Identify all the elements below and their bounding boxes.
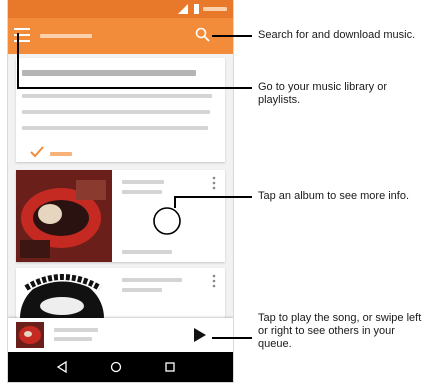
promo-text-line [22,110,210,114]
system-navigation-bar [8,352,233,382]
overflow-menu-icon[interactable] [212,274,216,288]
battery-icon [194,4,199,14]
recents-square-icon[interactable] [164,361,176,373]
callout-line-album-vertical [174,196,176,208]
callout-line-play [212,337,252,339]
album-title [122,278,182,282]
album-artist [122,288,162,292]
album-art-drums [16,170,112,262]
app-bar [8,18,233,54]
phone-screen [8,0,233,382]
signal-icon [178,4,188,14]
callout-line-search [212,35,252,37]
now-playing-title [54,328,98,332]
callout-search: Search for and download music. [258,29,416,41]
album-card[interactable] [16,170,225,262]
callout-line-library [17,87,252,89]
tap-target-circle [153,207,181,235]
back-triangle-icon[interactable] [56,361,68,373]
album-card[interactable] [16,268,225,318]
now-playing-thumbnail [16,322,44,348]
promo-card[interactable] [16,58,225,162]
promo-text-line [22,94,212,98]
play-icon[interactable] [194,328,206,342]
callout-line-album [174,196,252,198]
album-title [122,180,164,184]
promo-text-line [22,126,208,130]
callout-library: Go to your music library or playlists. [258,81,387,106]
promo-action[interactable] [50,152,72,156]
callout-play: Tap to play the song, or swipe left or r… [258,312,422,350]
callout-album: Tap an album to see more info. [258,190,410,202]
album-meta [122,250,172,254]
home-circle-icon[interactable] [110,361,122,373]
album-artist [122,190,162,194]
promo-title [22,70,196,76]
check-icon [30,146,44,158]
now-playing-bar[interactable] [8,318,233,352]
overflow-menu-icon[interactable] [212,176,216,190]
callout-line-library-vertical [17,33,19,88]
status-time [203,7,227,11]
search-icon[interactable] [195,27,211,43]
status-bar [8,0,233,18]
app-title [40,34,92,38]
album-art-bordertown [16,268,112,318]
now-playing-artist [54,337,92,341]
